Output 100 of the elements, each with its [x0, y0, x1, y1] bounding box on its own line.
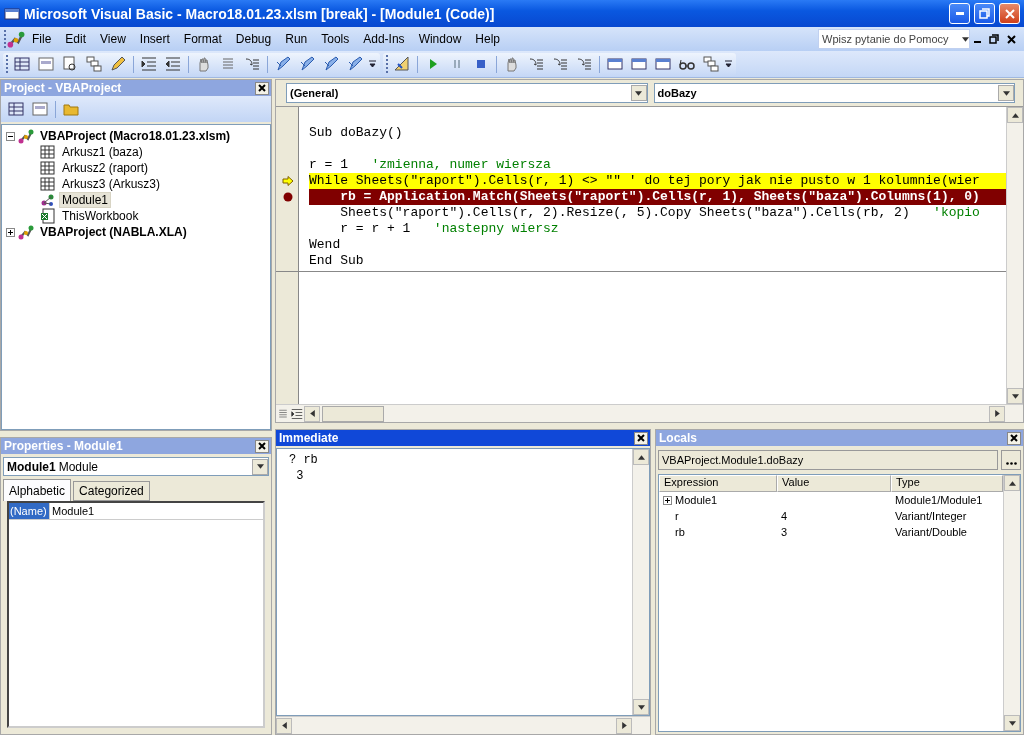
toolbar-options-icon[interactable]: [368, 59, 377, 69]
tree-item[interactable]: VBAProject (Macro18.01.23.xlsm): [37, 128, 234, 144]
stack-button[interactable]: [700, 53, 722, 75]
tree-item[interactable]: Arkusz2 (raport): [59, 160, 152, 176]
left-arrow-icon: [280, 722, 288, 729]
scroll-up-button[interactable]: [1007, 107, 1023, 123]
scroll-left-button[interactable]: [276, 717, 292, 734]
menu-item[interactable]: Debug: [228, 30, 279, 48]
menu-item[interactable]: View: [93, 30, 133, 48]
vertical-scrollbar[interactable]: [1003, 475, 1020, 731]
tree-item[interactable]: VBAProject (NABLA.XLA): [37, 224, 190, 240]
close-button[interactable]: [1007, 431, 1021, 445]
scroll-down-button[interactable]: [633, 699, 649, 715]
breakpoint-icon[interactable]: [282, 192, 293, 202]
dropdown-button[interactable]: [630, 85, 647, 101]
comment-icon: [323, 56, 339, 72]
property-name[interactable]: (Name): [9, 503, 49, 519]
object-dropdown[interactable]: (General): [286, 83, 648, 103]
menu-item[interactable]: Add-Ins: [356, 30, 412, 48]
code-editor[interactable]: [276, 107, 1006, 404]
menu-item[interactable]: Edit: [58, 30, 94, 48]
tab[interactable]: Categorized: [73, 481, 150, 501]
tree-item[interactable]: ThisWorkbook: [59, 208, 142, 224]
close-icon: [637, 434, 645, 442]
scroll-up-button[interactable]: [633, 449, 649, 465]
restore-button[interactable]: [974, 3, 995, 24]
up-arrow-icon: [637, 453, 645, 461]
stack-button[interactable]: [83, 53, 105, 75]
object-type: Module: [58, 459, 100, 474]
table-cell-text: 4: [780, 510, 789, 522]
list-icon: [220, 56, 236, 72]
menu-item[interactable]: Run: [278, 30, 315, 48]
pane-title: Locals: [659, 431, 698, 445]
left-arrow-icon: [308, 410, 316, 417]
down-arrow-icon: [1011, 392, 1019, 400]
project-icon: [7, 30, 25, 48]
ellipsis-icon: [1005, 461, 1017, 465]
close-icon: [1004, 8, 1015, 19]
workbook-icon: [40, 208, 56, 224]
indent-icon: [291, 407, 303, 420]
table-cell-text: Module1/Module1: [894, 494, 984, 506]
dropdown-arrow-icon: [635, 89, 642, 97]
dropdown-button[interactable]: [252, 458, 268, 475]
expand-button[interactable]: [6, 227, 15, 237]
comment-icon: [347, 56, 363, 72]
scroll-thumb[interactable]: [322, 405, 384, 422]
minimize-icon: [955, 12, 964, 15]
tree-item[interactable]: Module1: [59, 192, 112, 208]
help-search-field[interactable]: Wpisz pytanie do Pomocy: [818, 29, 970, 49]
toolbar-options-icon[interactable]: [724, 59, 733, 69]
object-name: Module1: [6, 459, 57, 474]
immediate-line: ? rb: [289, 453, 319, 469]
code-line: r = 1 'zmienna, numer wiersza: [309, 157, 552, 173]
tab[interactable]: Alphabetic: [3, 479, 72, 501]
close-button[interactable]: [255, 439, 269, 453]
scroll-right-button[interactable]: [616, 717, 632, 734]
table-cell-text: Variant/Double: [894, 526, 968, 538]
menu-item[interactable]: Help: [468, 30, 507, 48]
tree-item[interactable]: Arkusz3 (Arkusz3): [59, 176, 164, 192]
dropdown-button[interactable]: [998, 85, 1014, 101]
scroll-up-button[interactable]: [1004, 475, 1020, 491]
column-header[interactable]: Expression: [659, 475, 777, 492]
up-arrow-icon: [1008, 479, 1016, 487]
table-cell-text: 3: [780, 526, 789, 538]
window-icon: [655, 56, 671, 72]
dropdown-arrow-icon: [962, 35, 969, 43]
menu-item[interactable]: Tools: [314, 30, 357, 48]
form-icon: [38, 56, 54, 72]
immediate-line: 3: [295, 469, 305, 485]
vertical-scrollbar[interactable]: [1006, 107, 1023, 404]
scroll-left-button[interactable]: [304, 405, 320, 422]
sheet-icon: [40, 144, 56, 160]
column-header[interactable]: Type: [891, 475, 1003, 492]
window-icon: [607, 56, 623, 72]
close-button[interactable]: [255, 81, 269, 95]
call-stack-button[interactable]: [1001, 450, 1021, 470]
up-arrow-icon: [1011, 111, 1019, 119]
column-header[interactable]: Value: [777, 475, 891, 492]
property-value[interactable]: Module1: [49, 503, 263, 519]
object-dropdown[interactable]: Module1 Module: [3, 457, 269, 476]
scroll-down-button[interactable]: [1004, 715, 1020, 731]
procedure-dropdown[interactable]: doBazy: [653, 83, 1015, 103]
menu-item[interactable]: File: [25, 30, 59, 48]
collapse-button[interactable]: [6, 131, 15, 141]
window-icon: [631, 56, 647, 72]
close-button[interactable]: [634, 431, 648, 445]
scroll-right-button[interactable]: [989, 405, 1005, 422]
vertical-scrollbar[interactable]: [632, 449, 649, 715]
outdent-icon: [165, 56, 181, 72]
code-line: Wend: [309, 237, 342, 253]
expand-button[interactable]: [663, 495, 672, 505]
code-line: Sub doBazy(): [309, 125, 404, 141]
find-icon: [62, 56, 78, 72]
menu-item[interactable]: Format: [176, 30, 229, 48]
tree-item[interactable]: Arkusz1 (baza): [59, 144, 146, 160]
menu-item[interactable]: Window: [411, 30, 469, 48]
scroll-down-button[interactable]: [1007, 388, 1023, 404]
close-icon: [1007, 34, 1016, 44]
close-icon: [1010, 434, 1018, 442]
menu-item[interactable]: Insert: [132, 30, 177, 48]
